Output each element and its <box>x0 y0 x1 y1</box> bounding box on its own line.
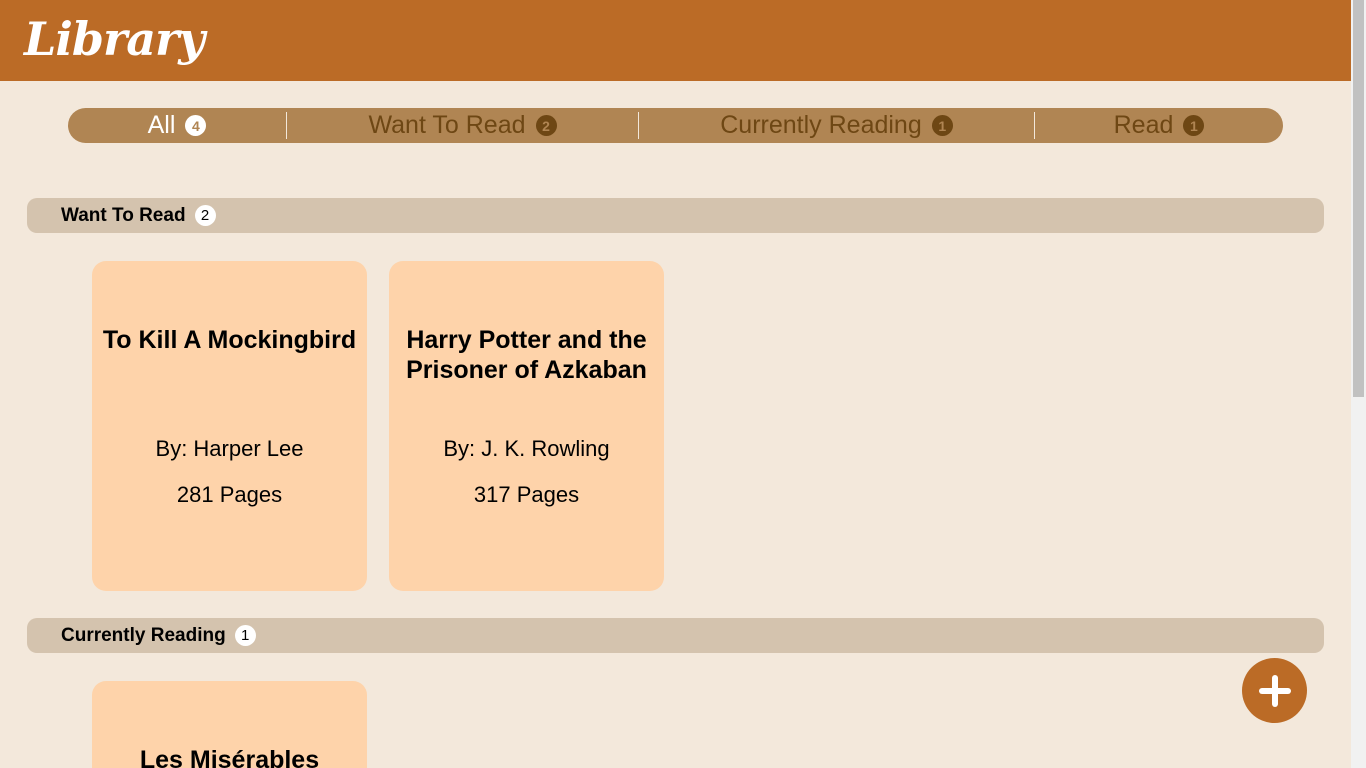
book-title: Harry Potter and the Prisoner of Azkaban <box>406 326 647 384</box>
section-title: Want To Read <box>61 204 186 226</box>
add-book-button[interactable] <box>1242 658 1307 723</box>
scrollbar[interactable] <box>1351 0 1366 768</box>
section-count-badge: 1 <box>234 625 256 646</box>
tab-all-count: 4 <box>185 115 207 136</box>
tab-want-to-read-count: 2 <box>535 115 557 136</box>
tab-read[interactable]: Read 1 <box>1035 108 1283 143</box>
book-card[interactable]: Les Misérables <box>92 681 367 768</box>
tab-read-count: 1 <box>1183 115 1205 136</box>
section-header-currently-reading: Currently Reading 1 <box>27 618 1324 653</box>
app-header: Library <box>0 0 1351 81</box>
book-title: To Kill A Mockingbird <box>102 326 357 354</box>
section-header-want-to-read: Want To Read 2 <box>27 198 1324 233</box>
plus-icon <box>1258 674 1291 707</box>
book-pages: 281 Pages <box>176 482 283 507</box>
scrollbar-thumb[interactable] <box>1353 0 1364 397</box>
tab-want-to-read[interactable]: Want To Read 2 <box>287 108 638 143</box>
app-title: Library <box>24 12 205 66</box>
book-author: By: J. K. Rowling <box>443 436 610 461</box>
tab-all[interactable]: All 4 <box>68 108 286 143</box>
tab-want-to-read-label: Want To Read <box>368 111 526 139</box>
book-card[interactable]: Harry Potter and the Prisoner of Azkaban… <box>389 261 664 591</box>
filter-bar: All 4 Want To Read 2 Currently Reading 1… <box>68 108 1283 143</box>
tab-currently-reading-count: 1 <box>931 115 953 136</box>
tab-currently-reading[interactable]: Currently Reading 1 <box>639 108 1034 143</box>
book-pages: 317 Pages <box>473 482 580 507</box>
tab-currently-reading-label: Currently Reading <box>720 111 922 139</box>
tab-read-label: Read <box>1113 111 1174 139</box>
section-count-badge: 2 <box>194 205 216 226</box>
tab-all-label: All <box>147 111 176 139</box>
section-title: Currently Reading <box>61 624 226 646</box>
book-title: Les Misérables <box>139 746 320 768</box>
book-author: By: Harper Lee <box>155 436 304 461</box>
book-card[interactable]: To Kill A Mockingbird By: Harper Lee 281… <box>92 261 367 591</box>
